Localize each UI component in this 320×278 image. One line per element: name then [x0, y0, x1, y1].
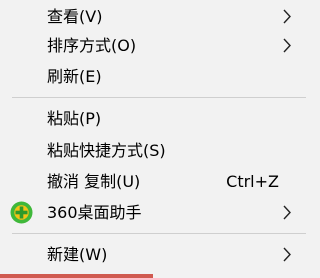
- menu-item-paste-shortcut[interactable]: 粘贴快捷方式(S): [0, 134, 306, 167]
- menu-item-label: 刷新(E): [47, 67, 102, 86]
- menu-item-label: 粘贴(P): [47, 109, 102, 128]
- 360-desktop-assistant-icon: [10, 201, 33, 224]
- menu-item-label: 360桌面助手: [47, 203, 142, 222]
- menu-item-360-desktop-assistant[interactable]: 360桌面助手: [0, 196, 306, 229]
- menu-item-label: 新建(W): [47, 245, 108, 264]
- menu-item-undo-copy[interactable]: 撤消 复制(U) Ctrl+Z: [0, 165, 306, 198]
- menu-separator: [12, 233, 306, 234]
- context-menu: 查看(V) 排序方式(O) 刷新(E) 粘贴(P) 粘贴快捷方式(S) 撤消 复…: [0, 0, 306, 278]
- menu-item-shortcut: Ctrl+Z: [226, 172, 279, 191]
- chevron-right-icon: [283, 205, 291, 220]
- chevron-right-icon: [283, 9, 291, 24]
- menu-item-paste[interactable]: 粘贴(P): [0, 102, 306, 135]
- chevron-right-icon: [283, 38, 291, 53]
- highlight-bar: [0, 274, 153, 278]
- menu-item-new[interactable]: 新建(W): [0, 238, 306, 271]
- menu-item-label: 粘贴快捷方式(S): [47, 141, 166, 160]
- menu-separator: [12, 97, 306, 98]
- chevron-right-icon: [283, 247, 291, 262]
- menu-item-label: 排序方式(O): [47, 36, 137, 55]
- menu-item-refresh[interactable]: 刷新(E): [0, 60, 306, 93]
- menu-item-sort-by[interactable]: 排序方式(O): [0, 29, 306, 62]
- menu-item-label: 撤消 复制(U): [47, 172, 141, 191]
